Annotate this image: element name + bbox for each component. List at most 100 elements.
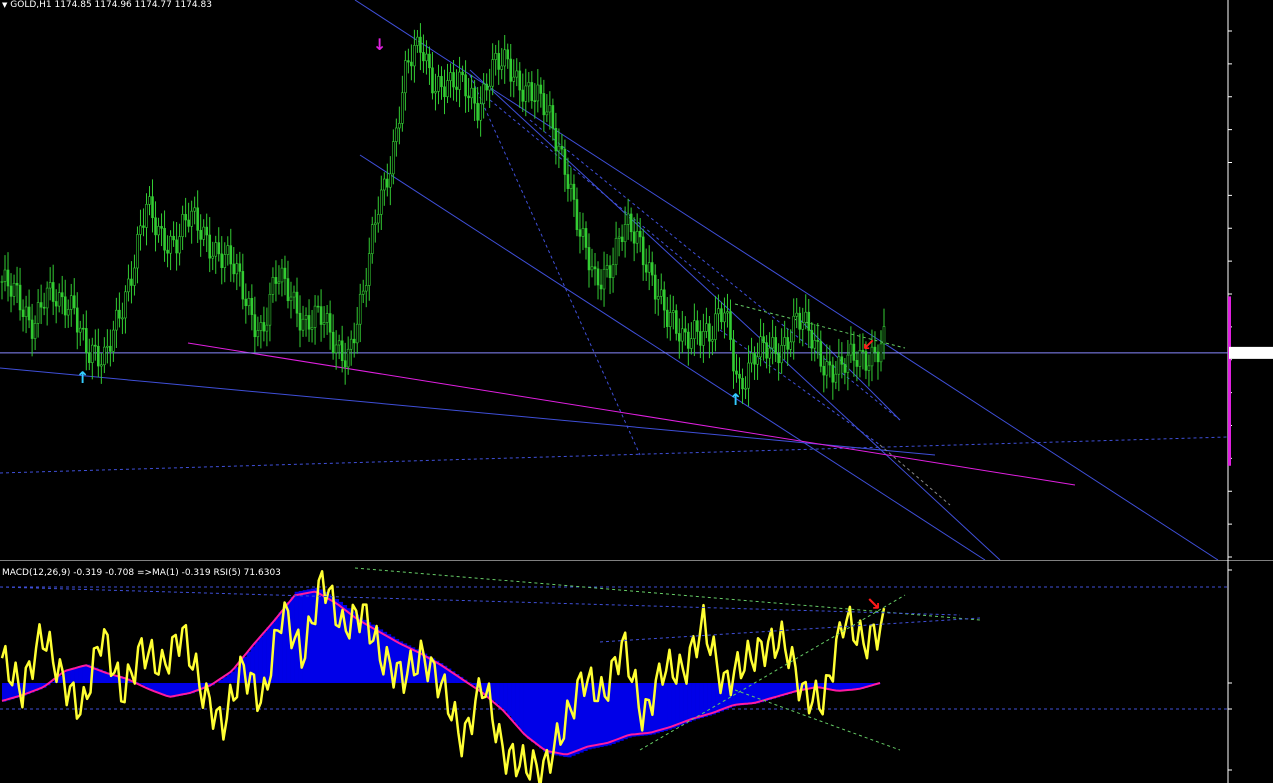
candle-body: [714, 313, 717, 340]
candle-body: [169, 235, 172, 254]
candle-body: [545, 111, 549, 116]
fan-line: [719, 329, 881, 446]
down-triangle-icon[interactable]: ▼: [2, 1, 7, 9]
candle-body: [816, 340, 820, 342]
candle-body: [334, 344, 338, 354]
candle-body: [193, 207, 196, 212]
candle-body: [238, 263, 242, 272]
candle-body: [352, 338, 356, 344]
candle-body: [431, 67, 434, 94]
histogram-bar: [82, 665, 87, 683]
candle-body: [590, 266, 594, 271]
histogram-bar: [262, 632, 267, 683]
candle-body: [656, 296, 660, 300]
histogram-bar: [751, 683, 757, 705]
candle-body: [738, 373, 741, 379]
candle-body: [235, 263, 239, 275]
candle-body: [708, 323, 711, 342]
candle-body: [783, 337, 786, 346]
histogram-bar: [519, 683, 524, 731]
candle-body: [696, 320, 699, 332]
candle-body: [220, 253, 224, 268]
candle-body: [253, 314, 257, 338]
candle-body: [307, 315, 311, 330]
candle-body: [473, 87, 476, 104]
candle-body: [103, 346, 106, 366]
candle-body: [524, 85, 528, 102]
oscillator-trend-line: [354, 567, 981, 621]
candle-body: [674, 310, 678, 334]
candle-body: [786, 337, 789, 350]
candle-body: [81, 327, 85, 330]
candle-body: [575, 199, 579, 230]
indicator-values-text: MACD(12,26,9) -0.319 -0.708 =>MA(1) -0.3…: [2, 568, 281, 578]
histogram-bar: [274, 617, 279, 683]
candle-body: [879, 343, 883, 363]
candle-body: [151, 196, 154, 219]
candle-body: [319, 306, 323, 325]
candle-body: [837, 356, 841, 375]
candle-body: [690, 338, 693, 349]
candle-body: [488, 85, 491, 91]
candle-body: [48, 282, 52, 289]
candle-body: [485, 83, 488, 91]
candle-body: [678, 333, 681, 342]
candle-body: [831, 364, 835, 383]
candle-body: [512, 76, 516, 82]
price-chart[interactable]: ↓ ↑ ↑ ↙: [0, 0, 1273, 560]
candle-body: [876, 351, 880, 363]
candle-body: [292, 291, 296, 298]
candle-body: [109, 345, 112, 352]
chart-window[interactable]: ↓ ↑ ↑ ↙ ↘ ▼ GOLD,H1 1174.85 1174.96 1174.77…: [0, 0, 1273, 783]
candle-body: [747, 362, 750, 389]
histogram-bar: [655, 683, 660, 734]
candle-body: [57, 292, 61, 307]
candle-body: [51, 282, 55, 302]
histogram-bar: [543, 683, 548, 752]
candle-body: [232, 263, 236, 275]
candle-body: [139, 225, 142, 235]
candle-body: [620, 236, 624, 243]
candle-body: [112, 329, 115, 352]
candle-body: [702, 331, 705, 346]
candle-body: [792, 315, 795, 343]
histogram-bar: [703, 683, 708, 717]
candle-body: [12, 282, 16, 297]
histogram-bar: [70, 668, 75, 683]
candle-body: [458, 71, 461, 90]
candle-body: [843, 364, 847, 373]
candle-body: [154, 217, 157, 236]
candle-body: [659, 289, 663, 297]
histogram-bar: [631, 683, 636, 737]
macd-rsi-panel[interactable]: ↘: [0, 560, 1273, 783]
candle-body: [419, 36, 422, 53]
candle-body: [54, 301, 58, 307]
candle-body: [635, 230, 639, 244]
candle-body: [759, 336, 762, 358]
candle-body: [295, 291, 299, 314]
indicator-header: MACD(12,26,9) -0.319 -0.708 =>MA(1) -0.3…: [2, 568, 281, 578]
candle-body: [190, 210, 193, 227]
histogram-bar: [739, 683, 744, 706]
candle-body: [536, 84, 540, 102]
candle-body: [115, 309, 118, 331]
candle-body: [121, 317, 124, 320]
oscillator-trend-line: [0, 586, 961, 616]
candle-body: [684, 328, 687, 333]
candle-body: [653, 274, 657, 300]
histogram-bar: [318, 589, 324, 683]
histogram-bar: [523, 683, 528, 736]
candle-body: [398, 123, 401, 129]
candle-body: [202, 226, 205, 240]
candle-body: [693, 320, 696, 340]
histogram-bar: [78, 666, 83, 683]
candle-body: [849, 343, 853, 356]
candle-body: [247, 298, 251, 307]
candle-body: [214, 242, 218, 257]
candle-body: [629, 213, 633, 233]
histogram-bar: [154, 683, 159, 692]
histogram-bar: [511, 683, 516, 721]
candle-body: [819, 341, 823, 367]
histogram-bar: [226, 674, 231, 683]
candle-body: [699, 331, 702, 346]
